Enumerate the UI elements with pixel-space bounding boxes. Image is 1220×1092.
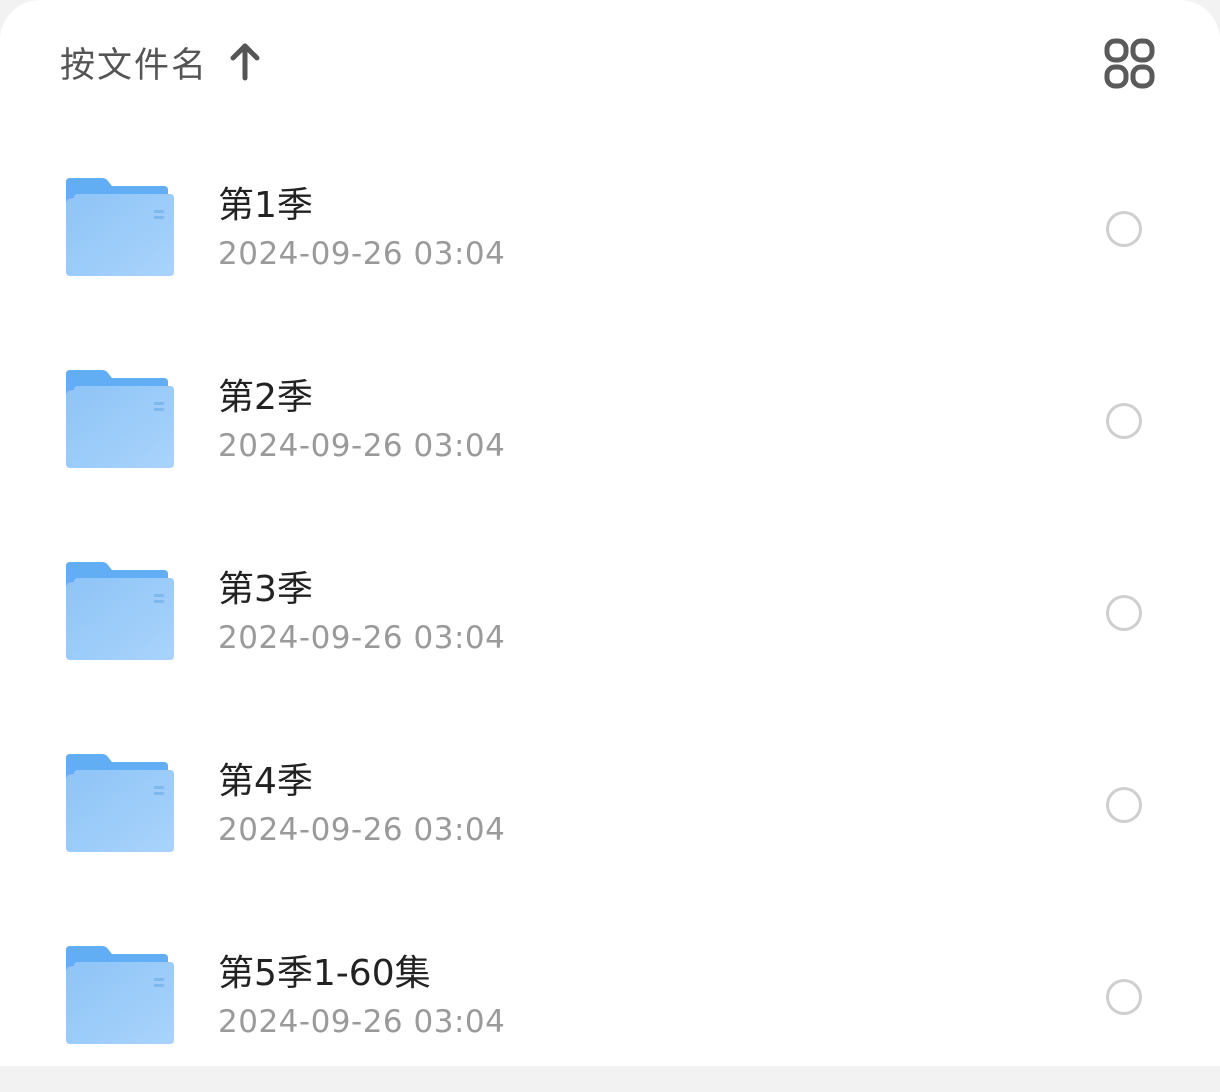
- sort-toolbar: 按文件名: [0, 0, 1220, 120]
- file-list: 第1季 2024-09-26 03:04 第2季 2024-09-26 03:0…: [0, 132, 1220, 1092]
- select-checkbox[interactable]: [1106, 979, 1142, 1015]
- folder-icon: [64, 176, 176, 280]
- select-checkbox[interactable]: [1106, 787, 1142, 823]
- select-checkbox[interactable]: [1106, 595, 1142, 631]
- file-date: 2024-09-26 03:04: [218, 812, 506, 848]
- sort-label: 按文件名: [60, 45, 209, 86]
- list-item[interactable]: 第1季 2024-09-26 03:04: [0, 132, 1220, 324]
- grid-view-icon[interactable]: [1100, 34, 1160, 94]
- arrow-up-icon: [228, 42, 262, 82]
- select-checkbox[interactable]: [1106, 211, 1142, 247]
- select-checkbox[interactable]: [1106, 403, 1142, 439]
- file-date: 2024-09-26 03:04: [218, 236, 506, 272]
- file-date: 2024-09-26 03:04: [218, 620, 506, 656]
- sort-button[interactable]: 按文件名: [60, 38, 262, 86]
- list-item[interactable]: 第4季 2024-09-26 03:04: [0, 708, 1220, 900]
- folder-icon: [64, 368, 176, 472]
- file-name: 第1季: [218, 185, 313, 226]
- file-name: 第3季: [218, 569, 313, 610]
- list-item[interactable]: 第2季 2024-09-26 03:04: [0, 324, 1220, 516]
- folder-icon: [64, 944, 176, 1048]
- folder-icon: [64, 560, 176, 664]
- file-browser-panel: 按文件名 第1季 2024-09-26 03:04 第2季 2024-09-26…: [0, 0, 1220, 1066]
- file-date: 2024-09-26 03:04: [218, 1004, 506, 1040]
- list-item[interactable]: 第5季1-60集 2024-09-26 03:04: [0, 900, 1220, 1092]
- list-item[interactable]: 第3季 2024-09-26 03:04: [0, 516, 1220, 708]
- file-name: 第2季: [218, 377, 313, 418]
- folder-icon: [64, 752, 176, 856]
- file-date: 2024-09-26 03:04: [218, 428, 506, 464]
- file-name: 第5季1-60集: [218, 953, 431, 994]
- file-name: 第4季: [218, 761, 313, 802]
